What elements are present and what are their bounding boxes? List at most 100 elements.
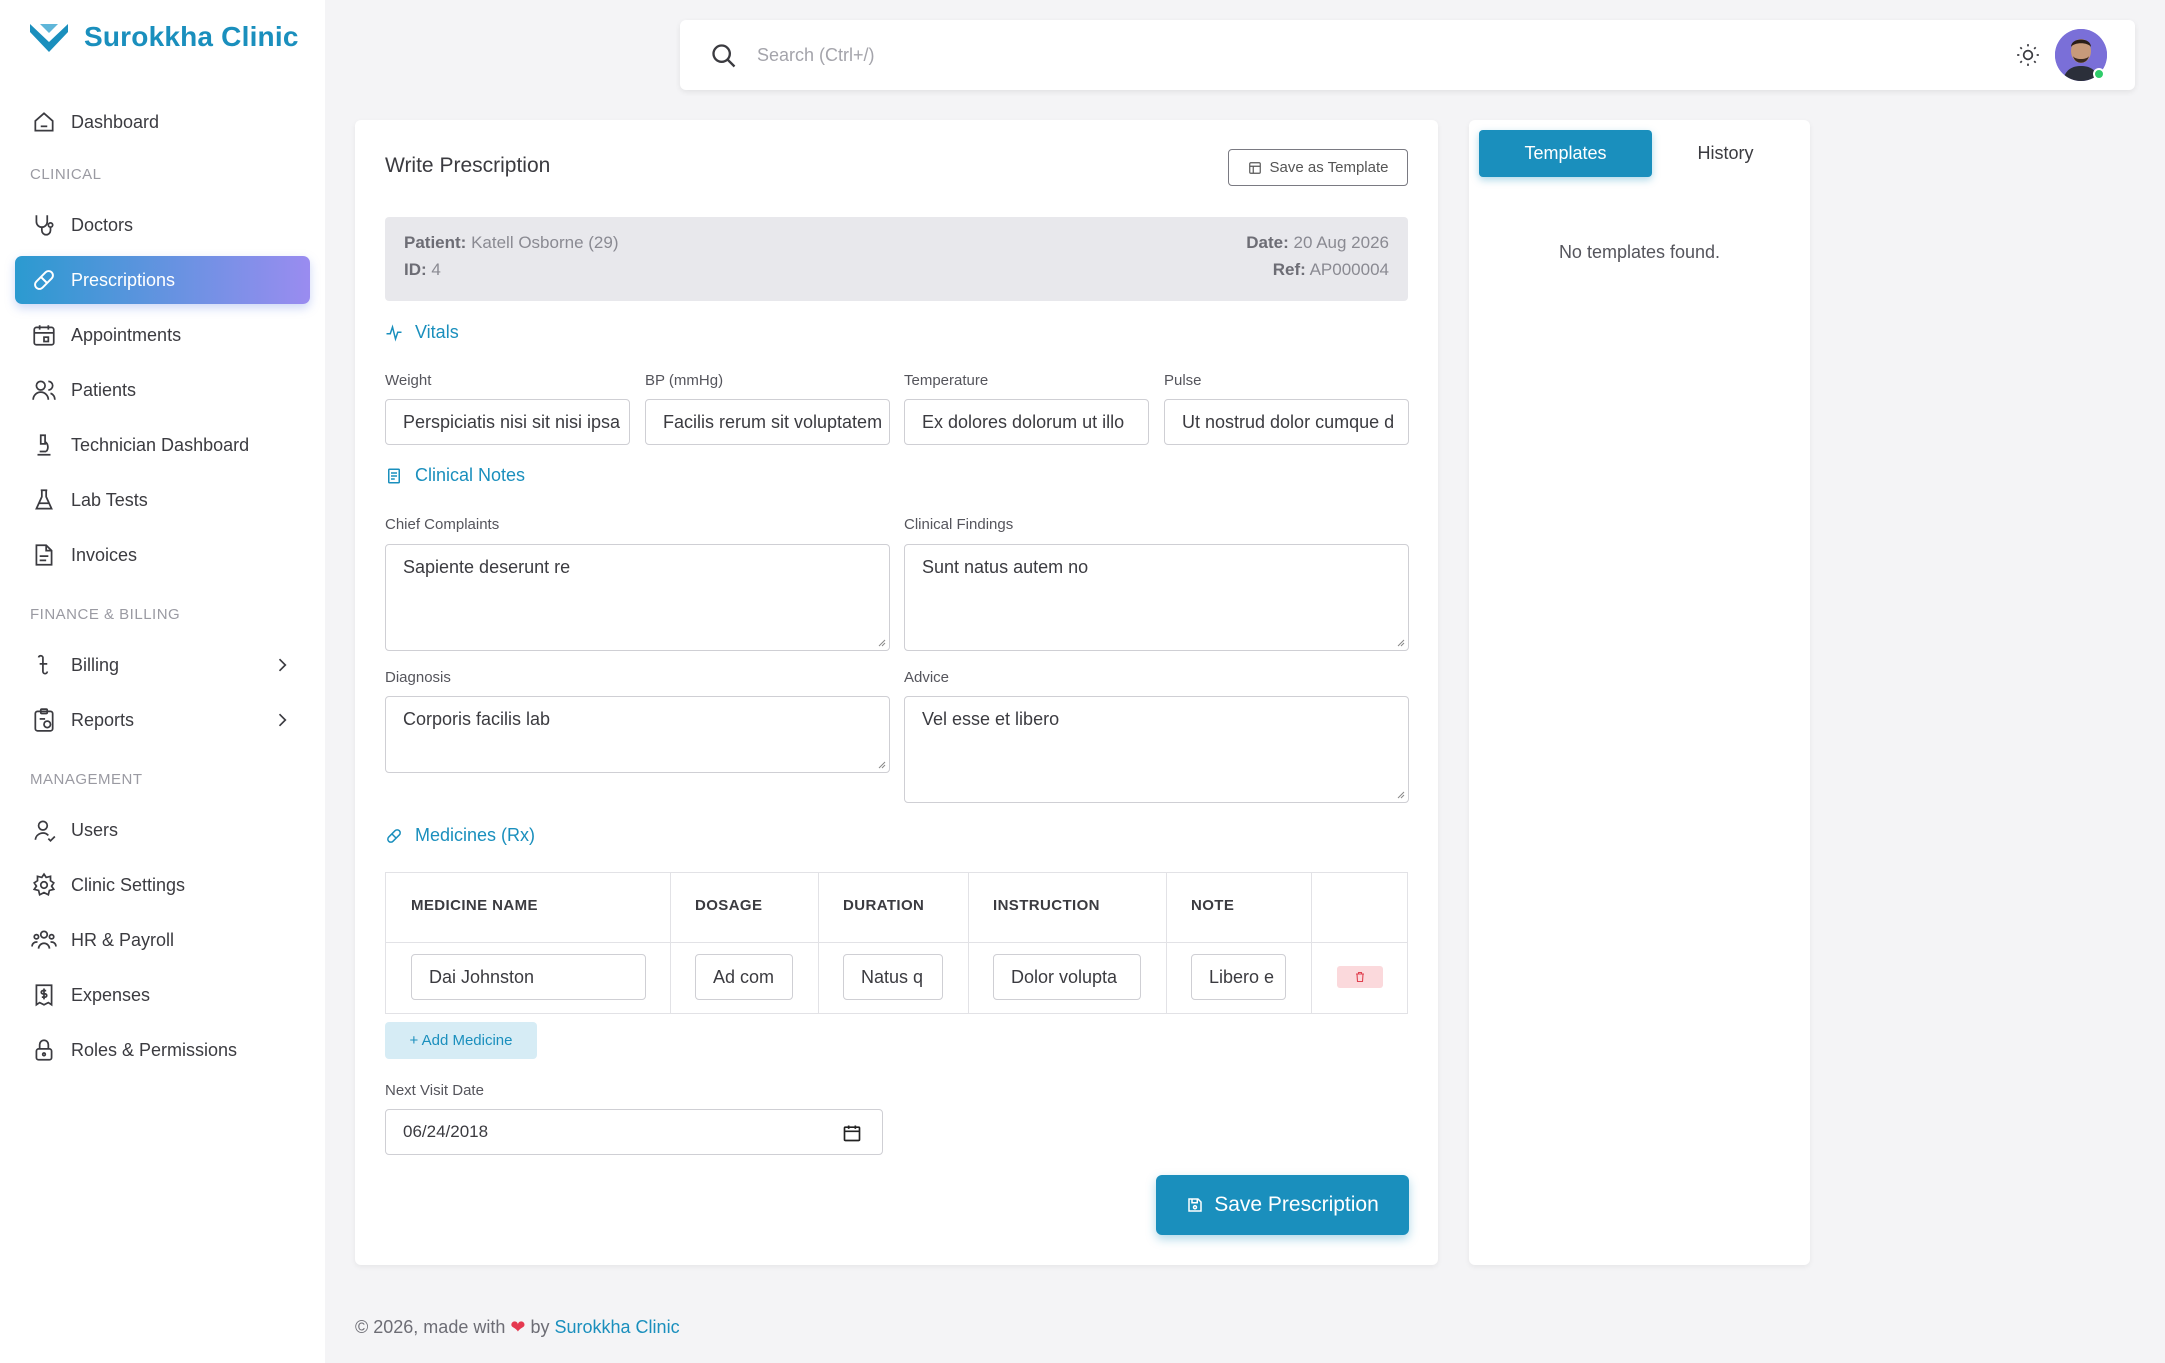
prescription-date: 20 Aug 2026 — [1293, 233, 1389, 252]
currency-icon — [37, 654, 49, 675]
template-icon — [1248, 161, 1261, 174]
section-label-management: MANAGEMENT — [30, 771, 143, 788]
brand-name: Surokkha Clinic — [84, 21, 299, 52]
footer-by: by — [530, 1317, 550, 1337]
chevron-right-icon — [278, 658, 287, 672]
logo-icon — [30, 24, 68, 52]
chevron-right-icon — [278, 713, 287, 727]
sidebar-item-label: HR & Payroll — [71, 929, 175, 950]
clinical-findings-label: Clinical Findings — [904, 516, 1014, 533]
sidebar-item-label: Doctors — [71, 214, 134, 235]
sidebar-item-clinic-settings[interactable]: Clinic Settings — [15, 861, 310, 909]
delete-row-button[interactable] — [1337, 966, 1383, 988]
calendar-picker-icon[interactable] — [842, 1123, 862, 1143]
sidebar-item-label: Patients — [71, 379, 137, 400]
section-label-clinical: CLINICAL — [30, 166, 102, 183]
stethoscope-icon — [35, 215, 54, 236]
column-divider — [670, 873, 671, 1013]
medicine-name-input[interactable]: Dai Johnston — [411, 954, 646, 1000]
diagnosis-textarea[interactable]: Corporis facilis lab — [385, 696, 890, 773]
save-prescription-button[interactable]: Save Prescription — [1156, 1175, 1409, 1235]
sidebar-item-label: Dashboard — [71, 111, 160, 132]
patient-label: Patient: — [404, 233, 467, 252]
column-header-instruction: INSTRUCTION — [993, 897, 1100, 914]
sidebar-item-prescriptions[interactable]: Prescriptions — [15, 256, 310, 304]
search-input[interactable] — [757, 38, 1657, 72]
next-visit-date-value: 06/24/2018 — [403, 1122, 489, 1141]
resize-grip-icon[interactable] — [876, 759, 886, 769]
column-divider — [968, 873, 969, 1013]
prescription-card: Write Prescription Save as Template Pati… — [355, 120, 1438, 1265]
next-visit-label: Next Visit Date — [385, 1082, 484, 1099]
clipboard-report-icon — [34, 708, 54, 732]
vitals-heading: Vitals — [385, 322, 459, 343]
tab-history[interactable]: History — [1639, 130, 1812, 177]
sidebar-item-reports[interactable]: Reports — [15, 696, 310, 744]
bp-label: BP (mmHg) — [645, 372, 724, 389]
tab-templates[interactable]: Templates — [1479, 130, 1652, 177]
user-icon — [34, 820, 56, 843]
trash-icon — [1356, 971, 1364, 983]
date-line: Date: 20 Aug 2026 — [1246, 233, 1389, 253]
patient-id: 4 — [431, 260, 441, 279]
footer-prefix: © 2026, made with — [355, 1317, 506, 1337]
sidebar-item-expenses[interactable]: Expenses — [15, 971, 310, 1019]
calendar-icon — [33, 325, 55, 346]
sidebar-item-appointments[interactable]: Appointments — [15, 311, 310, 359]
id-label: ID: — [404, 260, 427, 279]
duration-input[interactable]: Natus q — [843, 954, 943, 1000]
patient-line: Patient: Katell Osborne (29) — [404, 233, 618, 253]
diagnosis-text: Corporis facilis lab — [403, 709, 551, 729]
sidebar-item-doctors[interactable]: Doctors — [15, 201, 310, 249]
sidebar-item-label: Billing — [71, 654, 120, 675]
pill-icon — [34, 270, 54, 290]
resize-grip-icon[interactable] — [1395, 637, 1405, 647]
lock-icon — [35, 1039, 53, 1061]
medicines-heading-text: Medicines (Rx) — [415, 825, 536, 845]
column-header-medicine-name: MEDICINE NAME — [411, 897, 538, 914]
resize-grip-icon[interactable] — [876, 637, 886, 647]
sidebar-item-users[interactable]: Users — [15, 806, 310, 854]
temperature-field[interactable]: Ex dolores dolorum ut illo — [904, 399, 1149, 445]
dosage-input[interactable]: Ad com — [695, 954, 793, 1000]
pulse-field[interactable]: Ut nostrud dolor cumque d — [1164, 399, 1409, 445]
sidebar-item-roles-permissions[interactable]: Roles & Permissions — [15, 1026, 310, 1074]
sidebar-item-hr-payroll[interactable]: HR & Payroll — [15, 916, 310, 964]
next-visit-date-input[interactable]: 06/24/2018 — [385, 1109, 883, 1155]
save-as-template-label: Save as Template — [1269, 159, 1389, 176]
sidebar-item-technician-dashboard[interactable]: Technician Dashboard — [15, 421, 310, 469]
footer-brand-link[interactable]: Surokkha Clinic — [555, 1317, 680, 1337]
sidebar-item-label: Appointments — [71, 324, 182, 345]
note-input[interactable]: Libero e — [1191, 954, 1286, 1000]
patient-id-line: ID: 4 — [404, 260, 441, 280]
weight-field[interactable]: Perspiciatis nisi sit nisi ipsa — [385, 399, 630, 445]
sidebar-item-label: Reports — [71, 709, 135, 730]
weight-label: Weight — [385, 372, 432, 389]
theme-toggle-sun-icon[interactable] — [2015, 42, 2041, 68]
instruction-input[interactable]: Dolor volupta — [993, 954, 1141, 1000]
sidebar-item-patients[interactable]: Patients — [15, 366, 310, 414]
gear-icon — [32, 872, 56, 897]
resize-grip-icon[interactable] — [1395, 789, 1405, 799]
heart-icon: ❤ — [510, 1317, 526, 1337]
sidebar-item-lab-tests[interactable]: Lab Tests — [15, 476, 310, 524]
sidebar-item-invoices[interactable]: Invoices — [15, 531, 310, 579]
column-header-duration: DURATION — [843, 897, 925, 914]
ref-line: Ref: AP000004 — [1273, 260, 1389, 280]
clinical-findings-textarea[interactable]: Sunt natus autem no — [904, 544, 1409, 651]
pill-icon — [387, 828, 401, 843]
sidebar-item-label: Invoices — [71, 544, 138, 565]
sidebar-item-dashboard[interactable]: Dashboard — [15, 98, 310, 146]
bp-field[interactable]: Facilis rerum sit voluptatem — [645, 399, 890, 445]
chief-complaints-textarea[interactable]: Sapiente deserunt re — [385, 544, 890, 651]
sidebar-item-billing[interactable]: Billing — [15, 641, 310, 689]
advice-textarea[interactable]: Vel esse et libero — [904, 696, 1409, 803]
templates-panel: Templates History No templates found. — [1469, 120, 1810, 1265]
brand[interactable]: Surokkha Clinic — [28, 20, 299, 54]
sidebar-item-label: Clinic Settings — [71, 874, 186, 895]
save-as-template-button[interactable]: Save as Template — [1228, 149, 1408, 186]
vitals-heading-text: Vitals — [415, 322, 459, 342]
add-medicine-button[interactable]: + Add Medicine — [385, 1022, 537, 1059]
temperature-label: Temperature — [904, 372, 989, 389]
save-icon — [1188, 1198, 1202, 1212]
